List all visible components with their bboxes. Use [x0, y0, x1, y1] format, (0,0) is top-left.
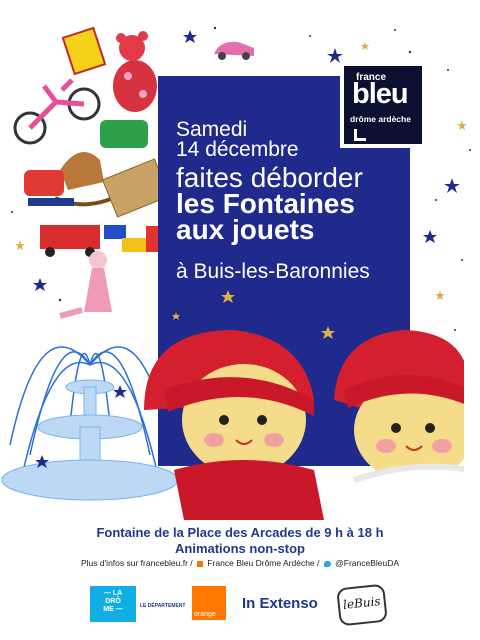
info-prefix[interactable]: Plus d'infos sur francebleu.fr / [81, 558, 193, 568]
event-date: 14 décembre [176, 138, 299, 161]
gnome-left [144, 330, 324, 520]
drome-line1: — LA [103, 590, 123, 597]
logo-corner-mark-icon [354, 129, 366, 141]
facebook-icon [197, 560, 204, 567]
star-icon [183, 30, 197, 43]
book-icon [61, 26, 107, 76]
toy-car-icon [214, 41, 254, 60]
blocks-icon [104, 225, 160, 252]
france-bleu-logo[interactable]: france bleu drôme ardèche [340, 62, 426, 148]
credit-vertical: · [422, 328, 427, 330]
teddy-bear-icon [113, 31, 157, 112]
drome-line2: DRÔ [105, 598, 121, 605]
in-extenso-logo[interactable]: In Extenso [242, 595, 318, 612]
la-drome-logo[interactable]: — LA DRÔ ME — [90, 586, 136, 622]
star-icon [327, 48, 343, 63]
toys-illustration [13, 26, 170, 319]
twitter-icon [323, 560, 331, 567]
footer-info-line: Plus d'infos sur francebleu.fr / France … [0, 558, 480, 568]
logo-region-text: drôme ardèche [350, 114, 411, 124]
star-icon [361, 42, 369, 50]
orange-logo-text: orange [194, 611, 216, 618]
logo-bleu-text: bleu [352, 78, 409, 110]
poster: france bleu drôme ardèche Samedi 14 déce… [0, 0, 480, 640]
logo-background: france bleu drôme ardèche [344, 66, 422, 144]
orange-logo[interactable]: orange [192, 586, 226, 620]
bicycle-icon [13, 87, 101, 145]
star-icon [444, 178, 460, 193]
fire-truck-icon [40, 225, 100, 257]
footer-place-time: Fontaine de la Place des Arcades de 9 h … [96, 525, 384, 540]
headline-line3: aux jouets [176, 214, 315, 245]
le-buis-logo[interactable]: leBuis [336, 583, 388, 627]
star-icon [423, 230, 437, 243]
event-location: à Buis-les-Baronnies [176, 260, 370, 283]
star-icon [457, 120, 467, 130]
twitter-handle-link[interactable]: @FranceBleuDA [335, 558, 399, 568]
facebook-page-link[interactable]: France Bleu Drôme Ardèche / [207, 558, 319, 568]
toy-icon [100, 120, 148, 148]
star-icon [435, 290, 445, 300]
drome-department-label: LE DÉPARTEMENT [140, 603, 186, 609]
gnomes-illustration [144, 330, 464, 520]
footer-animations: Animations non-stop [175, 541, 305, 556]
gnome-right [334, 330, 464, 520]
drome-line3: ME — [103, 606, 123, 613]
